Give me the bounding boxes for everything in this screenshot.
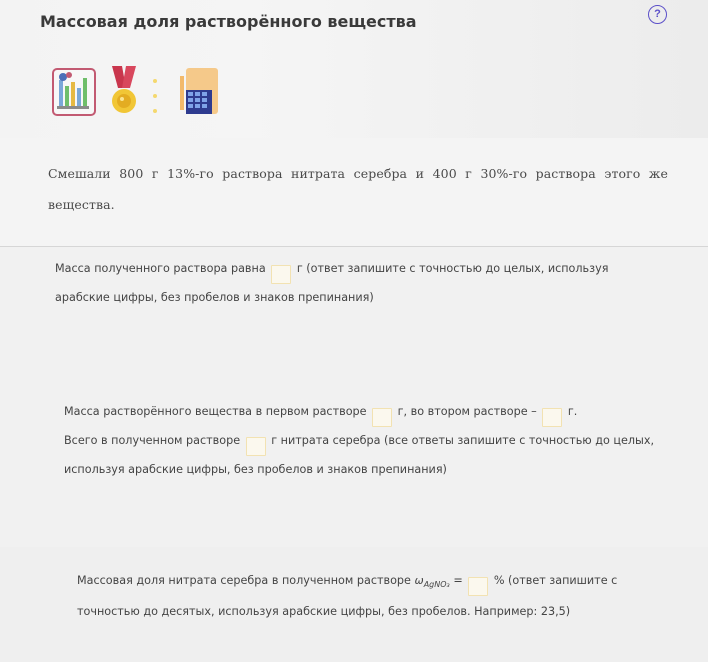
question-1-card: Масса полученного раствора равна г (отве… — [0, 247, 708, 387]
help-button[interactable]: ? — [648, 5, 667, 24]
question-3-before: Массовая доля нитрата серебра в полученн… — [77, 574, 411, 587]
question-3-text: Массовая доля нитрата серебра в полученн… — [77, 567, 667, 625]
question-2-text: Масса растворённого вещества в первом ра… — [64, 398, 664, 483]
first-solute-mass-input[interactable] — [372, 408, 393, 427]
calculator-tool-button[interactable] — [174, 64, 222, 118]
problem-text: Смешали 800 г 13%-го раствора нитрата се… — [48, 166, 668, 212]
medal-tool-button[interactable] — [108, 64, 140, 118]
second-solute-mass-input[interactable] — [542, 408, 563, 427]
formula-subscript: AgNO₃ — [423, 580, 450, 590]
question-2-part2: г, во втором растворе – — [397, 405, 537, 418]
question-1-before: Масса полученного раствора равна — [55, 262, 266, 275]
task-page: Массовая доля растворённого вещества ? С… — [0, 0, 708, 662]
question-2-part4: Всего в полученном растворе — [64, 434, 241, 447]
question-2-part3: г. — [567, 405, 578, 418]
question-1-text: Масса полученного раствора равна г (отве… — [55, 255, 655, 311]
calculator-icon — [180, 68, 218, 114]
lab-tool-button[interactable] — [52, 68, 96, 116]
mass-fraction-symbol: ωAgNO₃ — [414, 574, 450, 590]
omega-symbol: ω — [414, 574, 424, 587]
question-2-part1: Масса растворённого вещества в первом ра… — [64, 405, 367, 418]
equals-sign: = — [453, 574, 463, 587]
tools-row — [52, 64, 232, 120]
question-3-card: Массовая доля нитрата серебра в полученн… — [0, 547, 708, 662]
flask-icon — [57, 72, 89, 109]
mass-fraction-input[interactable] — [468, 577, 489, 596]
solution-mass-input[interactable] — [271, 265, 292, 284]
separator-dots-icon — [153, 79, 157, 113]
question-2-card: Масса растворённого вещества в первом ра… — [0, 387, 708, 547]
medal-icon — [112, 66, 136, 113]
page-title: Массовая доля растворённого вещества — [40, 12, 417, 31]
total-solute-mass-input[interactable] — [245, 437, 266, 456]
problem-card: Смешали 800 г 13%-го раствора нитрата се… — [0, 138, 708, 247]
